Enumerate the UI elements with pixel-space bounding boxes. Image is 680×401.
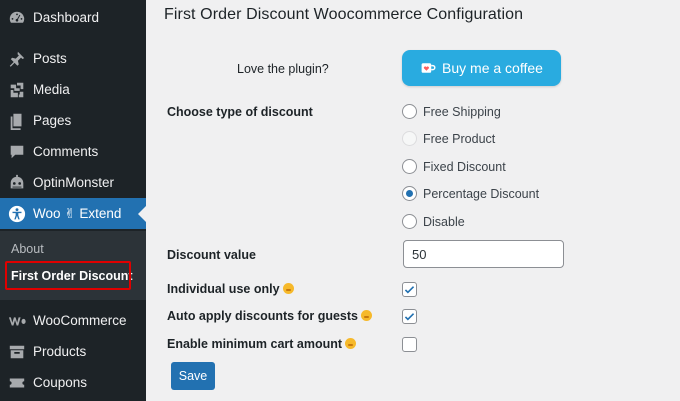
menu-item-dashboard[interactable]: Dashboard <box>0 2 146 33</box>
radio-disable[interactable]: Disable <box>402 214 465 229</box>
menu-item-posts[interactable]: Posts <box>0 43 146 74</box>
buy-me-a-coffee-button[interactable]: Buy me a coffee <box>402 50 561 86</box>
woo-icon <box>8 312 26 330</box>
admin-sidebar: Dashboard Posts Media Pages Comments Opt… <box>0 0 146 401</box>
radio-label: Free Product <box>423 131 496 146</box>
menu-item-comments[interactable]: Comments <box>0 136 146 167</box>
radio-circle[interactable] <box>402 159 417 174</box>
auto-apply-label: Auto apply discounts for guests <box>167 309 372 323</box>
menu-item-optinmonster[interactable]: OptinMonster <box>0 167 146 198</box>
pin-icon <box>8 50 26 68</box>
checkmark-icon <box>404 286 415 294</box>
radio-label: Percentage Discount <box>423 186 540 201</box>
radio-circle[interactable] <box>402 186 417 201</box>
radio-label: Disable <box>423 214 465 229</box>
radio-label: Free Shipping <box>423 104 501 119</box>
thinking-emoji-icon <box>282 283 294 294</box>
radio-label: Fixed Discount <box>423 159 506 174</box>
ticket-icon <box>8 374 26 392</box>
thinking-emoji-icon <box>345 338 357 349</box>
submenu-item-about[interactable]: About <box>11 242 44 256</box>
individual-use-text: Individual use only <box>167 282 280 296</box>
menu-label-dashboard: Dashboard <box>33 10 100 25</box>
menu-item-woocommerce[interactable]: WooCommerce <box>0 305 146 336</box>
dashboard-icon <box>8 9 26 27</box>
menu-item-products[interactable]: Products <box>0 336 146 367</box>
checkmark-icon <box>404 313 415 321</box>
radio-free-product[interactable]: Free Product <box>402 131 495 146</box>
coffee-cup-icon <box>421 63 436 73</box>
coffee-button-label: Buy me a coffee <box>442 60 543 76</box>
menu-label-posts: Posts <box>33 51 67 66</box>
radio-circle[interactable] <box>402 131 417 146</box>
pages-icon <box>8 112 26 130</box>
save-button[interactable]: Save <box>171 362 215 390</box>
discount-value-input[interactable] <box>403 240 564 268</box>
menu-label-comments: Comments <box>33 144 99 159</box>
individual-use-label: Individual use only <box>167 282 294 296</box>
auto-apply-checkbox[interactable] <box>402 309 417 324</box>
menu-item-media[interactable]: Media <box>0 74 146 105</box>
radio-circle[interactable] <box>402 104 417 119</box>
menu-label-woo-extend: Woo ✌ Extend <box>33 205 122 221</box>
menu-label-optinmonster: OptinMonster <box>33 175 115 190</box>
individual-use-checkbox[interactable] <box>402 282 417 297</box>
discount-value-label: Discount value <box>167 248 256 262</box>
media-icon <box>8 81 26 99</box>
archive-icon <box>8 343 26 361</box>
radio-fixed-discount[interactable]: Fixed Discount <box>402 159 506 174</box>
thinking-emoji-icon <box>361 310 372 321</box>
radio-percentage-discount[interactable]: Percentage Discount <box>402 186 539 201</box>
menu-label-media: Media <box>33 82 70 97</box>
min-cart-text: Enable minimum cart amount <box>167 337 343 351</box>
menu-item-woo-extend[interactable]: Woo ✌ Extend <box>0 198 146 229</box>
love-plugin-label: Love the plugin? <box>237 62 329 76</box>
accessibility-icon <box>8 205 26 223</box>
menu-item-coupons[interactable]: Coupons <box>0 367 146 398</box>
menu-label-coupons: Coupons <box>33 375 88 390</box>
page-title: First Order Discount Woocommerce Configu… <box>164 6 524 23</box>
auto-apply-text: Auto apply discounts for guests <box>167 309 358 323</box>
min-cart-label: Enable minimum cart amount <box>167 337 357 351</box>
highlight-box <box>5 261 131 290</box>
discount-type-label: Choose type of discount <box>167 105 313 119</box>
radio-circle[interactable] <box>402 214 417 229</box>
radio-free-shipping[interactable]: Free Shipping <box>402 104 501 119</box>
min-cart-checkbox[interactable] <box>402 337 417 352</box>
optinmonster-icon <box>8 174 26 192</box>
menu-label-woocommerce: WooCommerce <box>33 313 127 328</box>
menu-label-pages: Pages <box>33 113 72 128</box>
menu-item-pages[interactable]: Pages <box>0 105 146 136</box>
settings-panel: First Order Discount Woocommerce Configu… <box>146 0 680 401</box>
comment-icon <box>8 143 26 161</box>
menu-label-products: Products <box>33 344 87 359</box>
